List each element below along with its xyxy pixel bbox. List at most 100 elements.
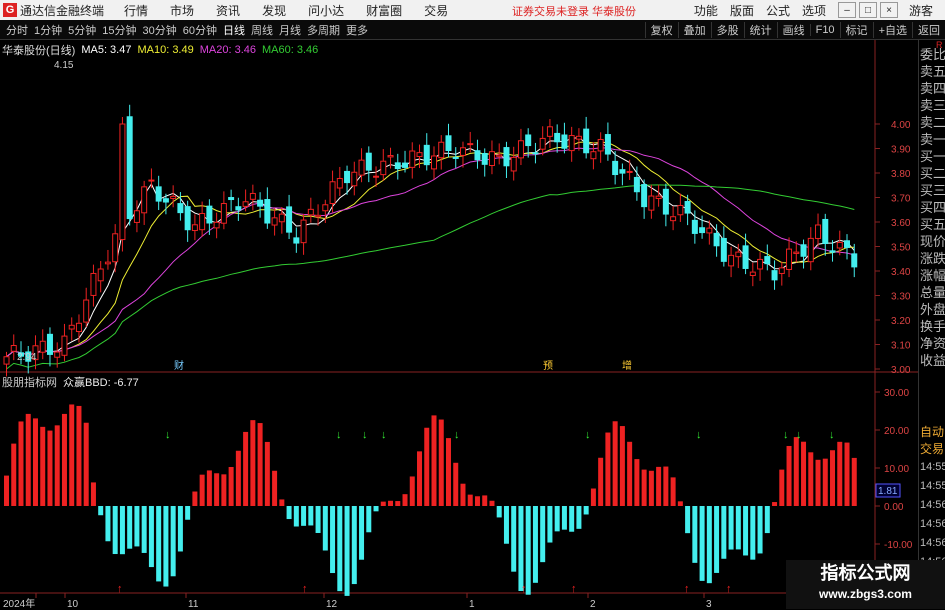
price-axis-label: 3.70	[891, 194, 911, 205]
indicator-axis-label: 20.00	[884, 426, 909, 437]
event-marker-increase[interactable]: 增	[622, 359, 632, 372]
indicator-name[interactable]: 股朋指标网	[2, 374, 57, 390]
quote-label: 外盘	[920, 302, 945, 317]
indicator-bar	[808, 452, 814, 506]
candle-body	[648, 195, 655, 211]
candle-body	[742, 245, 749, 269]
close-icon[interactable]: ×	[879, 2, 898, 18]
candle-body	[467, 143, 474, 146]
indicator-bar	[757, 506, 763, 554]
indicator-bar	[380, 501, 386, 506]
candle-body	[409, 150, 416, 168]
candle-body	[684, 201, 691, 214]
ma20-label: MA20: 3.46	[199, 44, 256, 56]
stock-name[interactable]: 华泰股份(日线)	[2, 42, 75, 58]
price-axis-label: 3.40	[891, 267, 911, 278]
indicator-bar	[272, 470, 278, 506]
price-axis-label: 3.60	[891, 218, 911, 229]
tool-add-favorite[interactable]: +自选	[872, 21, 912, 38]
menu-item-discover[interactable]: 发现	[262, 2, 286, 19]
candle-body	[568, 135, 575, 152]
candle-body	[503, 147, 510, 167]
candle-body	[394, 162, 401, 170]
date-axis-label: 12	[326, 599, 338, 609]
period-toolbar: 分时 1分钟 5分钟 15分钟 30分钟 60分钟 日线 周线 月线 多周期 更…	[0, 20, 945, 40]
indicator-bar	[743, 506, 749, 556]
period-tab-daily[interactable]: 日线	[223, 22, 245, 38]
kline-chart[interactable]: 4.00 3.90 3.80 3.70 3.60 3.50 3.40 3.30 3.20 3.10…	[0, 40, 918, 609]
indicator-bar	[337, 506, 343, 592]
tool-multi[interactable]: 多股	[710, 21, 744, 38]
period-tab[interactable]: 1分钟	[34, 22, 62, 38]
ma60-label: MA60: 3.46	[262, 44, 319, 56]
period-tab-more[interactable]: 更多	[346, 22, 368, 38]
candle-body	[844, 240, 851, 248]
period-tab[interactable]: 30分钟	[143, 22, 177, 38]
period-tab[interactable]: 60分钟	[183, 22, 217, 38]
menu-item-function[interactable]: 功能	[694, 2, 718, 19]
main-chart-header: 华泰股份(日线) MA5: 3.47 MA10: 3.49 MA20: 3.46…	[2, 42, 318, 58]
candle-body	[141, 186, 148, 214]
candle-body	[416, 152, 423, 158]
period-tab[interactable]: 5分钟	[68, 22, 96, 38]
menu-item-options[interactable]: 选项	[802, 2, 826, 19]
period-tab[interactable]: 周线	[251, 22, 273, 38]
auto-trade-label[interactable]: 自动交易	[920, 424, 945, 458]
period-tab[interactable]: 多周期	[307, 22, 340, 38]
date-axis-label: 1	[469, 599, 475, 609]
signal-arrow-up: ↑	[302, 583, 308, 595]
quote-label: 总量	[920, 285, 945, 300]
candle-body	[54, 351, 61, 358]
candle-body	[293, 237, 300, 244]
indicator-bar	[69, 404, 75, 506]
tool-mark[interactable]: 标记	[839, 21, 873, 38]
candle-body	[199, 212, 206, 231]
indicator-bar	[47, 430, 53, 506]
menu-item-assistant[interactable]: 问小达	[308, 2, 344, 19]
indicator-bar	[32, 418, 38, 506]
tool-draw[interactable]: 画线	[776, 21, 810, 38]
menu-item-trade[interactable]: 交易	[424, 2, 448, 19]
candle-body	[670, 216, 677, 222]
menu-item-quotes[interactable]: 行情	[124, 2, 148, 19]
indicator-bar	[206, 470, 212, 506]
indicator-bar	[264, 441, 270, 506]
indicator-bar	[569, 506, 575, 532]
candle-body	[641, 184, 648, 208]
menu-item-news[interactable]: 资讯	[216, 2, 240, 19]
indicator-bar	[518, 506, 524, 591]
tool-stats[interactable]: 统计	[743, 21, 777, 38]
candle-body	[539, 137, 546, 150]
login-notice[interactable]: 证券交易未登录 华泰股份	[512, 3, 636, 19]
menu-item-formula[interactable]: 公式	[766, 2, 790, 19]
candle-body	[257, 199, 264, 207]
candle-body	[655, 195, 662, 200]
indicator-bar	[192, 491, 198, 506]
event-marker-forecast[interactable]: 预	[543, 360, 553, 372]
menu-item-wealth[interactable]: 财富圈	[366, 2, 402, 19]
signal-arrow-down: ↓	[336, 429, 342, 441]
menu-item-layout[interactable]: 版面	[730, 2, 754, 19]
period-tab[interactable]: 分时	[6, 22, 28, 38]
period-tab[interactable]: 15分钟	[102, 22, 136, 38]
indicator-bar	[706, 506, 712, 584]
candle-body	[431, 155, 437, 170]
indicator-bar	[127, 506, 133, 549]
tool-overlay[interactable]: 叠加	[677, 21, 711, 38]
tool-back[interactable]: 返回	[912, 21, 945, 38]
candle-body	[249, 192, 256, 200]
event-marker-finance[interactable]: 财	[174, 359, 184, 372]
price-axis-label: 3.20	[891, 316, 911, 327]
maximize-icon[interactable]: □	[858, 2, 877, 18]
period-tab[interactable]: 月线	[279, 22, 301, 38]
menu-item-market[interactable]: 市场	[170, 2, 194, 19]
user-label[interactable]: 游客	[909, 2, 933, 19]
price-axis-label: 3.00	[891, 365, 911, 376]
tool-adjust[interactable]: 复权	[644, 21, 678, 38]
indicator-bar	[308, 506, 314, 526]
candle-body	[438, 141, 445, 159]
indicator-bar	[627, 441, 633, 506]
signal-arrow-down: ↓	[454, 429, 460, 441]
minimize-icon[interactable]: –	[837, 2, 856, 18]
tool-f10[interactable]: F10	[809, 23, 840, 36]
